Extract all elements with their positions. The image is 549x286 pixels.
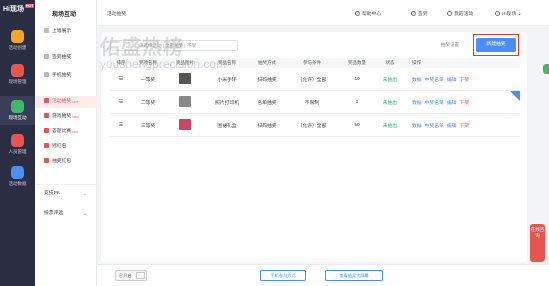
drag-handle-icon[interactable]: ☰: [110, 100, 132, 105]
prize-image: [179, 95, 191, 107]
data-link[interactable]: 数据: [412, 124, 422, 129]
rail-item-scene[interactable]: 现场管理: [0, 64, 35, 85]
prize-image: [179, 118, 191, 130]
toggle-knob: [136, 272, 145, 279]
packet-icon: [44, 158, 49, 163]
rail-item-create[interactable]: 活动创建: [0, 30, 35, 51]
watermark-text: 佑盛热榜: [100, 37, 184, 59]
winners-link[interactable]: 中奖名单: [425, 124, 444, 129]
rail-item-people[interactable]: 人员管理: [0, 134, 35, 155]
drag-handle-icon[interactable]: ☰: [110, 77, 132, 82]
new-lottery-button[interactable]: 新建抽奖: [476, 38, 516, 52]
bottom-bar: 已开启 手机参与方式 查看抽奖大屏幕: [97, 264, 549, 286]
rail-item-data[interactable]: 活动数据: [0, 166, 35, 187]
lottery-settings-link[interactable]: 抽奖设置: [441, 42, 459, 48]
phone-icon: [44, 72, 49, 77]
offline-link[interactable]: 下架: [459, 101, 469, 106]
chevron-down-icon: ⌄: [82, 211, 87, 217]
top-bar: 活动抽奖 帮助中心 签到 我的活动 Hi现场 ⌄: [97, 0, 549, 26]
status-badge: 未抽出: [382, 77, 398, 83]
sub-item-wall[interactable]: 上墙展示: [35, 26, 97, 38]
status-badge: 未抽出: [382, 100, 398, 106]
signin-link[interactable]: 签到: [411, 10, 428, 17]
prize-image: [179, 72, 191, 84]
edit-link[interactable]: 编辑: [447, 78, 457, 83]
sub-item-sign-lottery[interactable]: 签到抽奖: [35, 52, 97, 64]
sub-item-activity-lottery[interactable]: 活动抽奖HOT: [35, 96, 97, 108]
help-icon: [355, 11, 360, 16]
status-badge: 未抽出: [382, 123, 398, 129]
winners-link[interactable]: 中奖名单: [425, 101, 444, 106]
offline-link[interactable]: 下架: [459, 78, 469, 83]
help-center-link[interactable]: 帮助中心: [355, 10, 381, 17]
location-icon: [411, 11, 416, 16]
breadcrumb: 活动抽奖: [107, 12, 127, 17]
watermark-url: youshengprecision.com: [100, 57, 227, 71]
interaction-icon: [11, 100, 24, 113]
red-packet-icon: [44, 143, 49, 148]
drag-handle-icon[interactable]: ☰: [110, 123, 132, 128]
game-icon: [44, 113, 49, 118]
data-link[interactable]: 数据: [412, 101, 422, 106]
sub-item-quiz[interactable]: 答题比赛HOT: [35, 126, 97, 138]
table-row: ☰ 三等奖 围裙礼盒 扫码抽奖 （允许）全部 50 未抽出 数据 中奖名单 编辑 下架: [110, 114, 520, 137]
chart-icon: [11, 166, 24, 179]
my-activity-link[interactable]: 我的活动: [447, 10, 473, 17]
brand-logo[interactable]: Hi现场 HOT: [3, 4, 35, 14]
table-row: ☰ 一等奖 小米手环 扫码抽奖 （允许）全部 10 未抽出 数据 中奖名单 编辑 下架: [110, 68, 520, 91]
big-screen-button[interactable]: 查看抽奖大屏幕: [325, 270, 383, 281]
online-consult-button[interactable]: 在线咨询: [530, 224, 545, 262]
gift-icon: [44, 54, 49, 59]
winners-link[interactable]: 中奖名单: [425, 78, 444, 83]
enable-toggle[interactable]: 已开启: [115, 270, 147, 281]
submenu-title: 现场互动: [52, 12, 77, 18]
sub-item-shake[interactable]: 摇红包: [35, 141, 97, 153]
lottery-icon: [44, 98, 49, 103]
wall-icon: [44, 28, 49, 33]
rail-item-interaction[interactable]: 现场互动: [0, 96, 35, 125]
sub-item-mobile-lottery[interactable]: 手机抽奖: [35, 70, 97, 82]
corner-ribbon: [510, 91, 520, 101]
mobile-join-button[interactable]: 手机参与方式: [260, 270, 306, 281]
calendar-icon: [11, 30, 24, 43]
float-indicator[interactable]: [543, 64, 549, 74]
offline-link[interactable]: 下架: [459, 124, 469, 129]
sub-item-lottery-packet[interactable]: 抽奖红包: [35, 156, 97, 168]
submenu: 现场互动 上墙展示 签到抽奖 手机抽奖 活动抽奖HOT 游戏抽奖NEW 答题比赛…: [35, 0, 97, 286]
divider: [35, 184, 97, 185]
edit-link[interactable]: 编辑: [447, 124, 457, 129]
left-rail: Hi现场 HOT 活动创建 现场管理 现场互动 人员管理 活动数据: [0, 0, 35, 286]
data-link[interactable]: 数据: [412, 78, 422, 83]
sub-item-pk[interactable]: 竞技PK ⌄: [35, 188, 97, 200]
table-row: ☰ 二等奖 照片打印机 名单抽奖 不限制 1 未抽出 数据 中奖名单 编辑 下架: [110, 91, 520, 114]
chevron-down-icon: ⌄: [82, 191, 87, 197]
edit-link[interactable]: 编辑: [447, 101, 457, 106]
sub-item-game[interactable]: 游戏抽奖NEW: [35, 111, 97, 123]
people-icon: [11, 134, 24, 147]
avatar: [495, 11, 500, 16]
user-menu[interactable]: Hi现场 ⌄: [495, 10, 521, 17]
sub-item-vote[interactable]: 投票评选 ⌄: [35, 208, 97, 220]
scene-icon: [11, 64, 24, 77]
quiz-icon: [44, 128, 49, 133]
calendar-icon: [447, 11, 452, 16]
